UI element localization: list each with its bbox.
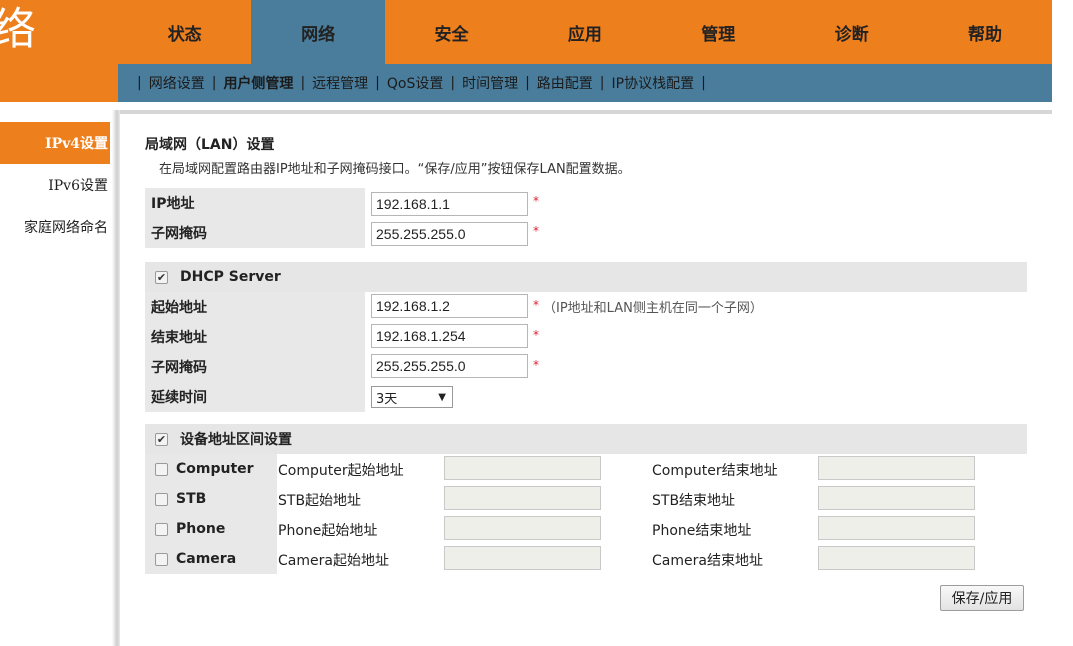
stb-label: STB xyxy=(176,491,207,507)
subnav-user-side-management[interactable]: 用户侧管理 xyxy=(223,73,293,93)
phone-start-label: Phone起始地址 xyxy=(278,523,378,539)
phone-end-label: Phone结束地址 xyxy=(652,523,752,539)
end-address-label: 结束地址 xyxy=(145,322,365,352)
dhcp-subnet-mask-label: 子网掩码 xyxy=(145,352,365,382)
separator: | xyxy=(599,75,605,91)
device-row-camera: Camera xyxy=(145,544,277,574)
tab-application[interactable]: 应用 xyxy=(518,0,651,64)
required-mark: * xyxy=(533,328,539,342)
logo: 络 xyxy=(0,0,118,64)
lease-time-value: 3天 xyxy=(376,391,398,407)
phone-end-input[interactable] xyxy=(818,516,975,540)
phone-start-input[interactable] xyxy=(444,516,601,540)
sidebar-divider xyxy=(112,110,120,646)
tab-status[interactable]: 状态 xyxy=(118,0,251,64)
camera-checkbox[interactable] xyxy=(155,552,168,566)
phone-checkbox[interactable] xyxy=(155,522,168,536)
dhcp-section-header: ✔ DHCP Server xyxy=(145,262,1027,292)
save-apply-button[interactable]: 保存/应用 xyxy=(940,585,1024,611)
triangle-down-icon: ▼ xyxy=(438,391,446,403)
computer-label: Computer xyxy=(176,461,254,477)
tab-diagnosis[interactable]: 诊断 xyxy=(785,0,918,64)
subnet-mask-input[interactable] xyxy=(371,222,528,246)
logo-text: 络 xyxy=(0,4,36,55)
ip-address-label: IP地址 xyxy=(145,188,365,218)
check-icon: ✔ xyxy=(156,432,167,446)
camera-end-label: Camera结束地址 xyxy=(652,553,763,569)
camera-start-input[interactable] xyxy=(444,546,601,570)
sidebar-item-ipv4[interactable]: IPv4设置 xyxy=(0,122,110,164)
tab-management[interactable]: 管理 xyxy=(652,0,785,64)
device-range-checkbox[interactable]: ✔ xyxy=(155,432,168,446)
device-row-computer: Computer xyxy=(145,454,277,484)
separator: | xyxy=(211,75,217,91)
stb-end-label: STB结束地址 xyxy=(652,493,736,509)
dhcp-subnet-mask-input[interactable] xyxy=(371,354,528,378)
required-mark: * xyxy=(533,224,539,238)
required-mark: * xyxy=(533,298,539,312)
device-range-label: 设备地址区间设置 xyxy=(180,432,292,448)
separator: | xyxy=(137,75,142,91)
separator: | xyxy=(300,75,306,91)
camera-start-label: Camera起始地址 xyxy=(278,553,389,569)
page-title: 局域网（LAN）设置 xyxy=(145,137,275,153)
separator: | xyxy=(450,75,456,91)
sub-nav: | 网络设置 | 用户侧管理 | 远程管理 | QoS设置 | 时间管理 | 路… xyxy=(118,64,1052,102)
separator: | xyxy=(701,75,706,91)
separator: | xyxy=(375,75,380,91)
start-address-hint: （IP地址和LAN侧主机在同一个子网） xyxy=(543,301,763,316)
start-address-input[interactable] xyxy=(371,294,528,318)
check-icon: ✔ xyxy=(156,270,167,284)
sidebar: IPv4设置 IPv6设置 家庭网络命名 xyxy=(0,122,110,248)
main-nav: 状态 网络 安全 应用 管理 诊断 帮助 xyxy=(118,0,1052,64)
camera-end-input[interactable] xyxy=(818,546,975,570)
subnav-network-settings[interactable]: 网络设置 xyxy=(149,73,205,93)
ip-address-input[interactable] xyxy=(371,192,528,216)
device-range-section-header: ✔ 设备地址区间设置 xyxy=(145,424,1027,454)
logo-bottom-bar xyxy=(0,64,118,102)
computer-end-label: Computer结束地址 xyxy=(652,463,778,479)
separator: | xyxy=(525,75,530,91)
required-mark: * xyxy=(533,358,539,372)
subnav-ip-stack-config[interactable]: IP协议栈配置 xyxy=(612,73,695,93)
subnav-remote-management[interactable]: 远程管理 xyxy=(312,73,368,93)
phone-label: Phone xyxy=(176,521,226,537)
dhcp-checkbox[interactable]: ✔ xyxy=(155,270,168,284)
computer-start-label: Computer起始地址 xyxy=(278,463,404,479)
device-row-stb: STB xyxy=(145,484,277,514)
stb-start-label: STB起始地址 xyxy=(278,493,362,509)
lease-time-label: 延续时间 xyxy=(145,382,365,412)
page-description: 在局域网配置路由器IP地址和子网掩码接口。“保存/应用”按钮保存LAN配置数据。 xyxy=(159,162,631,177)
required-mark: * xyxy=(533,194,539,208)
stb-checkbox[interactable] xyxy=(155,492,168,506)
subnav-time-management[interactable]: 时间管理 xyxy=(462,73,518,93)
computer-end-input[interactable] xyxy=(818,456,975,480)
device-row-phone: Phone xyxy=(145,514,277,544)
subnet-mask-label: 子网掩码 xyxy=(145,218,365,248)
computer-start-input[interactable] xyxy=(444,456,601,480)
dhcp-label: DHCP Server xyxy=(180,269,281,285)
sidebar-item-ipv6[interactable]: IPv6设置 xyxy=(0,164,110,206)
stb-start-input[interactable] xyxy=(444,486,601,510)
sidebar-item-home-network-name[interactable]: 家庭网络命名 xyxy=(0,206,110,248)
tab-security[interactable]: 安全 xyxy=(385,0,518,64)
tab-network[interactable]: 网络 xyxy=(251,0,385,64)
subnav-qos-settings[interactable]: QoS设置 xyxy=(387,73,443,93)
stb-end-input[interactable] xyxy=(818,486,975,510)
computer-checkbox[interactable] xyxy=(155,462,168,476)
router-admin-page: 络 状态 网络 安全 应用 管理 诊断 帮助 | 网络设置 | 用户侧管理 | … xyxy=(0,0,1073,646)
end-address-input[interactable] xyxy=(371,324,528,348)
tab-help[interactable]: 帮助 xyxy=(918,0,1051,64)
start-address-label: 起始地址 xyxy=(145,292,365,322)
camera-label: Camera xyxy=(176,551,237,567)
lease-time-select[interactable]: 3天 ▼ xyxy=(371,386,453,408)
subnav-route-config[interactable]: 路由配置 xyxy=(537,73,593,93)
header-divider xyxy=(118,110,1052,114)
